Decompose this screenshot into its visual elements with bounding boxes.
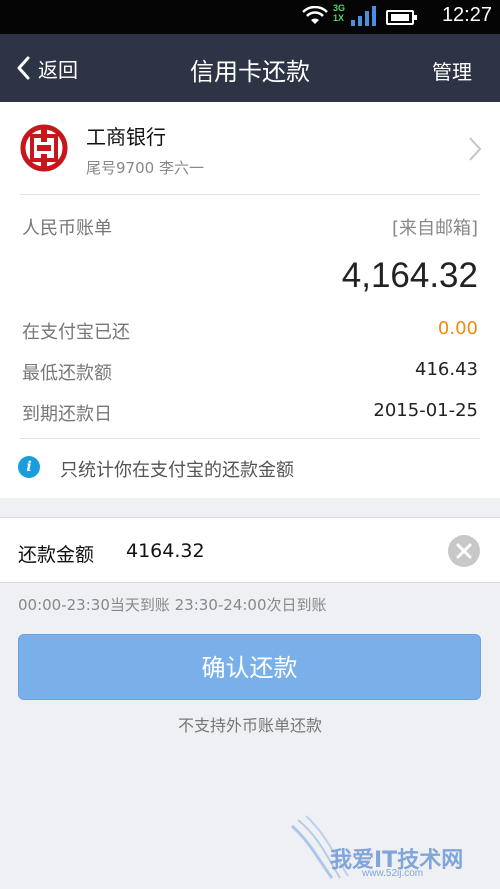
due-date-value: 2015-01-25 bbox=[373, 400, 478, 421]
bill-source: [来自邮箱] bbox=[391, 218, 478, 239]
bank-card-selector[interactable]: 工商银行 尾号9700 李六一 bbox=[0, 102, 500, 194]
info-icon: i bbox=[18, 456, 40, 478]
repay-amount-input[interactable] bbox=[126, 536, 426, 566]
paid-label: 在支付宝已还 bbox=[22, 322, 130, 343]
minimum-payment-label: 最低还款额 bbox=[22, 363, 112, 384]
foreign-currency-notice: 不支持外币账单还款 bbox=[177, 716, 322, 735]
minimum-payment-value: 416.43 bbox=[415, 359, 478, 380]
watermark-url: www.52ij.com bbox=[362, 868, 424, 879]
network-type: 3G 1X bbox=[333, 3, 345, 23]
confirm-repay-button[interactable]: 确认还款 bbox=[18, 634, 481, 700]
info-tip: i 只统计你在支付宝的还款金额 bbox=[0, 438, 500, 498]
paid-value: 0.00 bbox=[437, 318, 478, 339]
status-bar: 3G 1X 12:27 bbox=[0, 0, 500, 34]
repay-amount-row: 还款金额 bbox=[0, 517, 500, 583]
due-date-label: 到期还款日 bbox=[22, 404, 112, 425]
battery-icon bbox=[386, 10, 417, 25]
close-icon bbox=[456, 543, 472, 559]
wifi-icon bbox=[302, 6, 328, 24]
page-title: 信用卡还款 bbox=[190, 58, 310, 86]
network-3g-label: 3G bbox=[332, 3, 345, 13]
bill-currency-label: 人民币账单 bbox=[22, 218, 112, 239]
clear-input-button[interactable] bbox=[448, 535, 480, 567]
info-tip-text: 只统计你在支付宝的还款金额 bbox=[60, 460, 294, 481]
signal-icon bbox=[351, 6, 376, 26]
arrival-time-note: 00:00-23:30当天到账 23:30-24:00次日到账 bbox=[18, 596, 327, 614]
manage-button[interactable]: 管理 bbox=[432, 56, 472, 85]
divider bbox=[20, 194, 480, 195]
network-1x-label: 1X bbox=[332, 13, 344, 23]
navigation-bar: 返回 信用卡还款 管理 bbox=[0, 34, 500, 102]
bill-amount: 4,164.32 bbox=[341, 256, 478, 295]
icbc-logo-icon bbox=[20, 124, 68, 172]
bill-card: 工商银行 尾号9700 李六一 人民币账单 [来自邮箱] 4,164.32 在支… bbox=[0, 102, 500, 498]
clock: 12:27 bbox=[441, 4, 492, 26]
card-tail-holder: 尾号9700 李六一 bbox=[86, 159, 204, 177]
bank-name: 工商银行 bbox=[86, 125, 166, 149]
chevron-right-icon bbox=[469, 137, 482, 161]
repay-amount-label: 还款金额 bbox=[18, 544, 95, 566]
